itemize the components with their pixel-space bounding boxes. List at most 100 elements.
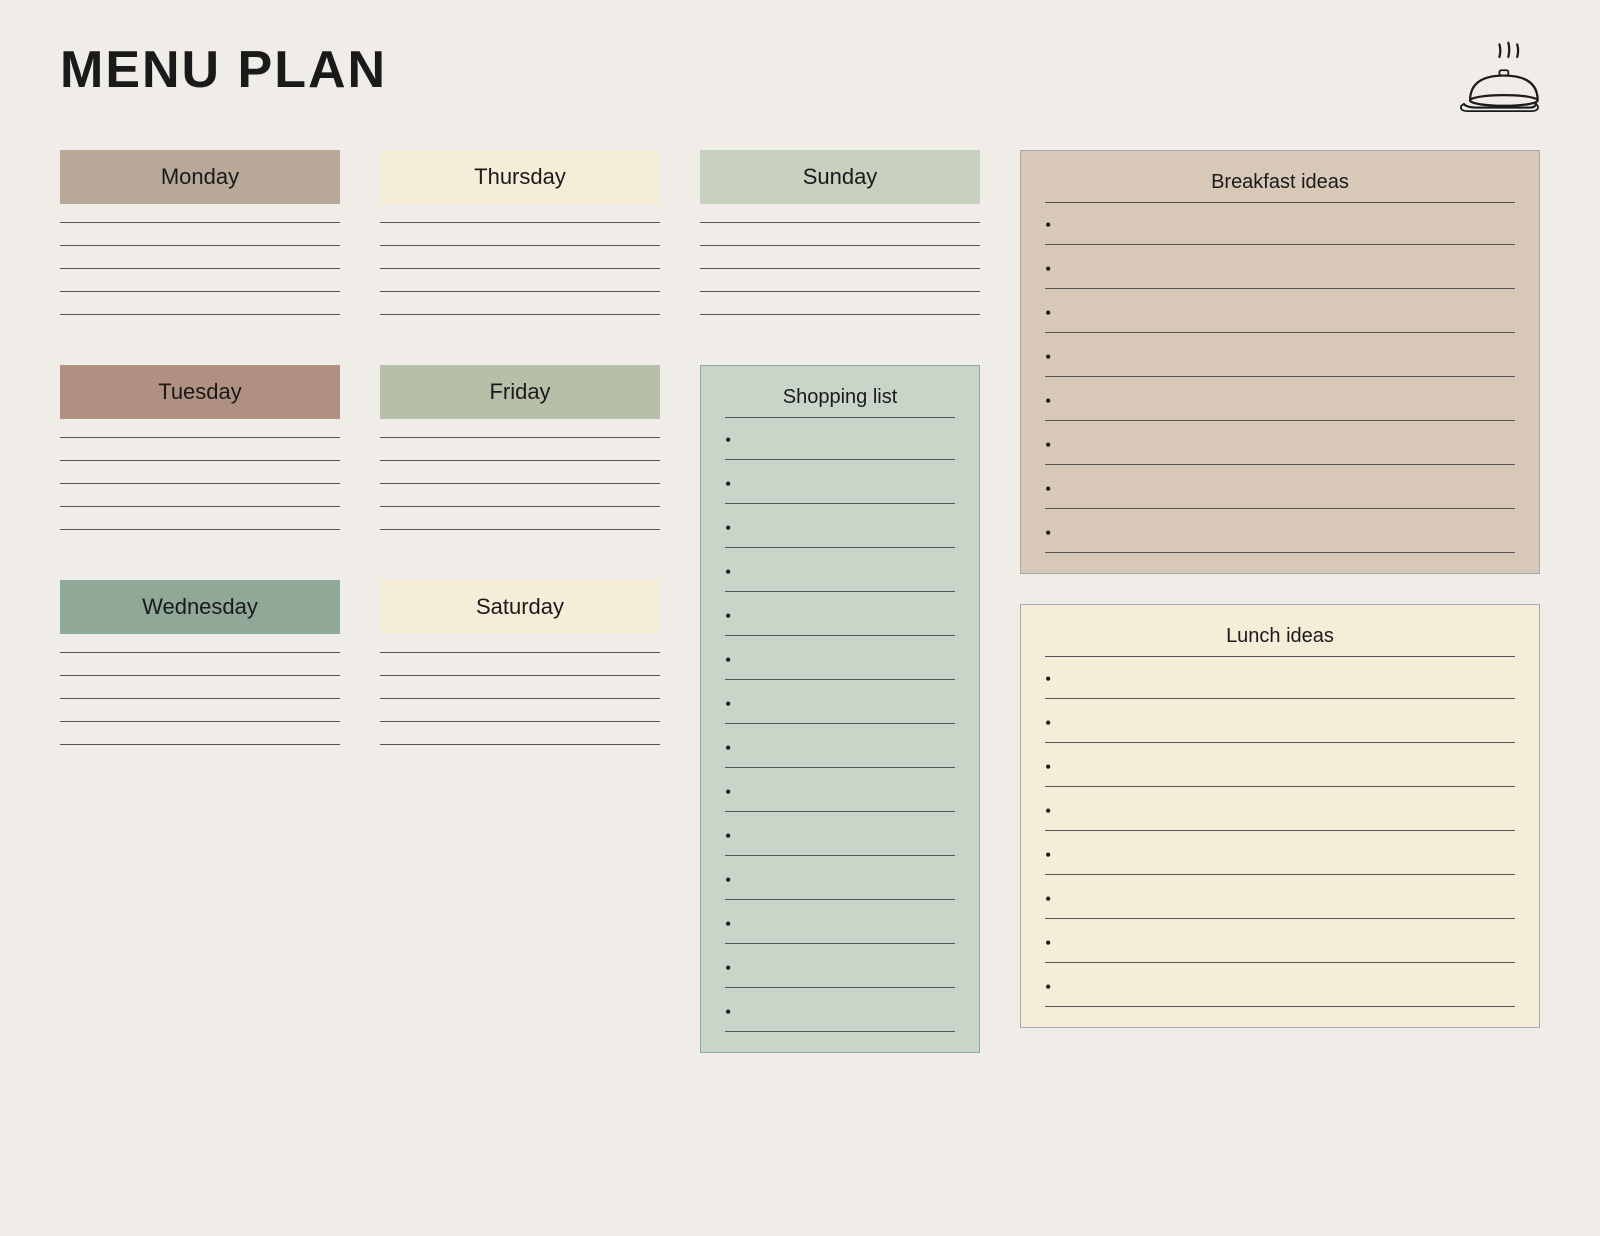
line xyxy=(380,437,660,438)
line xyxy=(380,245,660,246)
list-item xyxy=(725,1002,955,1032)
line xyxy=(60,245,340,246)
list-item xyxy=(1045,713,1515,743)
line xyxy=(60,222,340,223)
list-item xyxy=(725,430,955,460)
friday-lines xyxy=(380,437,660,530)
line xyxy=(380,314,660,315)
sunday-section: Sunday xyxy=(700,150,980,345)
line xyxy=(380,698,660,699)
list-item xyxy=(725,518,955,548)
list-item xyxy=(725,650,955,680)
list-item xyxy=(725,782,955,812)
list-item xyxy=(1045,259,1515,289)
list-item xyxy=(725,562,955,592)
monday-header: Monday xyxy=(60,150,340,204)
col-1: Monday Tuesday Wednesday xyxy=(60,150,340,1053)
line xyxy=(380,506,660,507)
sunday-header: Sunday xyxy=(700,150,980,204)
line xyxy=(380,652,660,653)
shopping-list xyxy=(725,430,955,1032)
breakfast-ideas-list xyxy=(1045,215,1515,553)
line xyxy=(700,314,980,315)
line xyxy=(700,268,980,269)
col-2: Thursday Friday Saturday xyxy=(380,150,660,1053)
shopping-list-box: Shopping list xyxy=(700,365,980,1053)
list-item xyxy=(725,826,955,856)
wednesday-section: Wednesday xyxy=(60,580,340,775)
line xyxy=(60,652,340,653)
line xyxy=(380,222,660,223)
line xyxy=(60,675,340,676)
ideas-column: Breakfast ideas Lunch ideas xyxy=(1020,150,1540,1053)
col-3: Sunday Shopping list xyxy=(700,150,980,1053)
list-item xyxy=(725,474,955,504)
list-item xyxy=(1045,933,1515,963)
line xyxy=(60,721,340,722)
lunch-ideas-title: Lunch ideas xyxy=(1045,625,1515,657)
list-item xyxy=(1045,977,1515,1007)
list-item xyxy=(725,694,955,724)
tuesday-lines xyxy=(60,437,340,530)
lunch-ideas-box: Lunch ideas xyxy=(1020,604,1540,1028)
shopping-list-title: Shopping list xyxy=(725,386,955,418)
line xyxy=(380,268,660,269)
list-item xyxy=(725,958,955,988)
thursday-header: Thursday xyxy=(380,150,660,204)
line xyxy=(380,483,660,484)
list-item xyxy=(1045,215,1515,245)
line xyxy=(700,245,980,246)
food-icon xyxy=(1450,40,1540,120)
thursday-section: Thursday xyxy=(380,150,660,345)
line xyxy=(60,506,340,507)
line xyxy=(380,744,660,745)
line xyxy=(700,291,980,292)
line xyxy=(380,460,660,461)
page-title: MENU PLAN xyxy=(60,40,387,100)
line xyxy=(60,483,340,484)
list-item xyxy=(1045,435,1515,465)
list-item xyxy=(1045,669,1515,699)
list-item xyxy=(1045,347,1515,377)
list-item xyxy=(1045,391,1515,421)
list-item xyxy=(1045,523,1515,553)
monday-lines xyxy=(60,222,340,315)
lunch-ideas-list xyxy=(1045,669,1515,1007)
monday-section: Monday xyxy=(60,150,340,345)
saturday-header: Saturday xyxy=(380,580,660,634)
list-item xyxy=(1045,479,1515,509)
list-item xyxy=(725,738,955,768)
wednesday-header: Wednesday xyxy=(60,580,340,634)
friday-section: Friday xyxy=(380,365,660,560)
tuesday-header: Tuesday xyxy=(60,365,340,419)
line xyxy=(60,698,340,699)
line xyxy=(60,268,340,269)
breakfast-ideas-title: Breakfast ideas xyxy=(1045,171,1515,203)
list-item xyxy=(1045,757,1515,787)
line xyxy=(700,222,980,223)
line xyxy=(60,744,340,745)
list-item xyxy=(1045,303,1515,333)
list-item xyxy=(1045,845,1515,875)
line xyxy=(380,529,660,530)
saturday-lines xyxy=(380,652,660,745)
wednesday-lines xyxy=(60,652,340,745)
list-item xyxy=(1045,889,1515,919)
thursday-lines xyxy=(380,222,660,315)
list-item xyxy=(725,914,955,944)
line xyxy=(60,314,340,315)
line xyxy=(380,291,660,292)
main-grid: Monday Tuesday Wednesday xyxy=(60,150,1540,1053)
line xyxy=(60,437,340,438)
line xyxy=(380,721,660,722)
saturday-section: Saturday xyxy=(380,580,660,775)
tuesday-section: Tuesday xyxy=(60,365,340,560)
line xyxy=(60,291,340,292)
list-item xyxy=(725,870,955,900)
list-item xyxy=(725,606,955,636)
line xyxy=(380,675,660,676)
breakfast-ideas-box: Breakfast ideas xyxy=(1020,150,1540,574)
friday-header: Friday xyxy=(380,365,660,419)
line xyxy=(60,460,340,461)
sunday-lines xyxy=(700,222,980,315)
